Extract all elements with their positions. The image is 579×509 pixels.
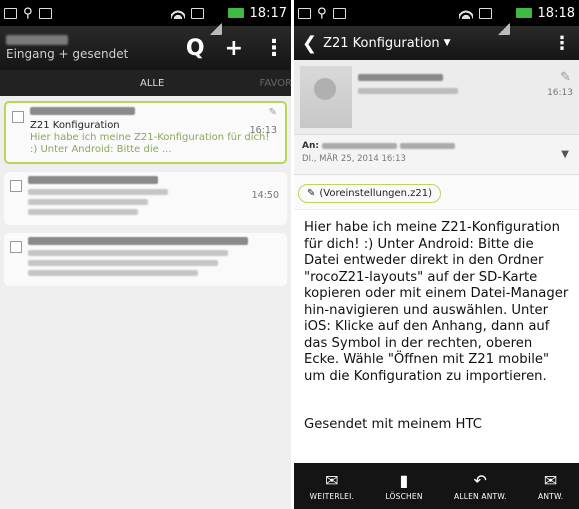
tab-all[interactable]: ALLE (140, 78, 164, 89)
select-checkbox[interactable] (12, 111, 24, 123)
sender-name-redacted (358, 74, 443, 81)
wifi-icon (458, 7, 473, 19)
delete-button[interactable]: ▮ LÖSCHEN (385, 470, 423, 501)
status-bar: ⚲ 18:18 (294, 0, 579, 35)
preview-redacted (28, 260, 218, 266)
message-preview: Hier habe ich meine Z21-Konfiguration fü… (30, 132, 270, 155)
reply-label: ANTW. (538, 491, 564, 501)
message-item-selected[interactable]: 16:13 ✎ Z21 Konfiguration Hier habe ich … (4, 101, 287, 164)
reply-icon: ✉ (543, 470, 558, 490)
reader-screen: ⚲ 18:18 ❮ Z21 Konfiguration ▼ ⋮ ✎ 16:13 … (294, 0, 579, 509)
trash-icon: ▮ (399, 470, 409, 490)
message-item[interactable] (4, 233, 287, 286)
preview-redacted (28, 270, 198, 276)
message-item[interactable]: 14:50 (4, 172, 287, 225)
overflow-menu-icon[interactable]: ⋮ (553, 33, 571, 54)
nfc-icon (190, 7, 204, 19)
nfc-icon (478, 7, 492, 19)
recipient-email-redacted (399, 143, 455, 149)
download-notification-icon (38, 7, 52, 19)
preview-redacted (28, 209, 138, 215)
message-subject: Z21 Konfiguration (30, 120, 120, 131)
signal-icon (497, 23, 510, 35)
sender-email-redacted (358, 88, 458, 94)
compose-icon[interactable]: + (225, 36, 243, 61)
select-checkbox[interactable] (10, 241, 22, 253)
sender-card: ✎ 16:13 (294, 60, 579, 134)
gallery-notification-icon (4, 7, 17, 19)
overflow-menu-icon[interactable]: ⋮ (263, 36, 285, 61)
reply-button[interactable]: ✉ ANTW. (538, 470, 564, 501)
paperclip-icon: ✎ (307, 188, 316, 199)
message-date: DI., MÄR 25, 2014 16:13 (302, 154, 406, 164)
account-name-redacted (6, 34, 68, 45)
sender-redacted (30, 107, 135, 115)
sender-time: 16:13 (547, 88, 573, 98)
reply-all-label: ALLEN ANTW. (453, 491, 507, 501)
body-text: Hier habe ich meine Z21-Konfiguration fü… (304, 220, 569, 384)
chevron-down-icon: ▼ (443, 38, 451, 48)
expand-icon[interactable]: ▼ (561, 149, 569, 160)
attachment-row: ✎ (Voreinstellungen.z21) (294, 174, 579, 210)
reader-title[interactable]: Z21 Konfiguration ▼ (323, 36, 450, 51)
edit-icon: ✎ (268, 107, 277, 118)
message-time: 14:50 (251, 190, 279, 201)
sender-redacted (28, 237, 248, 245)
delete-label: LÖSCHEN (385, 491, 423, 501)
message-body: Hier habe ich meine Z21-Konfiguration fü… (294, 210, 579, 444)
message-list: 16:13 ✎ Z21 Konfiguration Hier habe ich … (0, 96, 291, 509)
search-icon[interactable]: Q (186, 36, 205, 61)
reader-title-text: Z21 Konfiguration (323, 35, 440, 51)
message-time: 16:13 (249, 125, 277, 136)
status-bar: ⚲ 18:17 (0, 0, 291, 35)
forward-icon: ✉ (325, 470, 339, 490)
recipients-header[interactable]: An: DI., MÄR 25, 2014 16:13 ▼ (294, 134, 579, 174)
status-time: 18:18 (537, 5, 575, 21)
subject-redacted (28, 250, 228, 256)
account-selector[interactable]: Eingang + gesendet (6, 34, 129, 61)
signature: Gesendet mit meinem HTC (304, 417, 482, 432)
attachment-name: (Voreinstellungen.z21) (319, 188, 433, 199)
folder-label: Eingang + gesendet (6, 46, 129, 61)
wifi-icon (170, 7, 185, 19)
download-notification-icon (332, 7, 346, 19)
gallery-notification-icon (298, 7, 311, 19)
reply-all-icon: ↶ (473, 470, 488, 490)
select-checkbox[interactable] (10, 180, 22, 192)
usb-icon: ⚲ (317, 5, 327, 21)
usb-icon: ⚲ (23, 5, 33, 21)
inbox-screen: ⚲ 18:17 Eingang + gesendet Q + ⋮ ALLE FA… (0, 0, 291, 509)
message-toolbar: ✉ WEITERLEI. ▮ LÖSCHEN ↶ ALLEN ANTW. ✉ A… (294, 463, 579, 509)
forward-label: WEITERLEI. (309, 491, 355, 501)
tab-favorites[interactable]: FAVORI (260, 78, 291, 89)
recipient-redacted (321, 143, 397, 149)
preview-redacted (28, 199, 148, 205)
attachment-chip[interactable]: ✎ (Voreinstellungen.z21) (298, 184, 442, 203)
reply-all-button[interactable]: ↶ ALLEN ANTW. (453, 470, 507, 501)
inbox-tabs: ALLE FAVORI (0, 70, 291, 96)
status-time: 18:17 (249, 5, 287, 21)
battery-icon (227, 8, 244, 18)
back-icon[interactable]: ❮ (302, 33, 317, 54)
subject-redacted (28, 189, 168, 195)
forward-button[interactable]: ✉ WEITERLEI. (309, 470, 355, 501)
to-label: An: (302, 141, 319, 151)
sender-redacted (28, 176, 158, 184)
edit-icon[interactable]: ✎ (560, 70, 571, 85)
battery-icon (515, 8, 532, 18)
signal-icon (209, 23, 222, 35)
avatar[interactable] (300, 66, 352, 128)
